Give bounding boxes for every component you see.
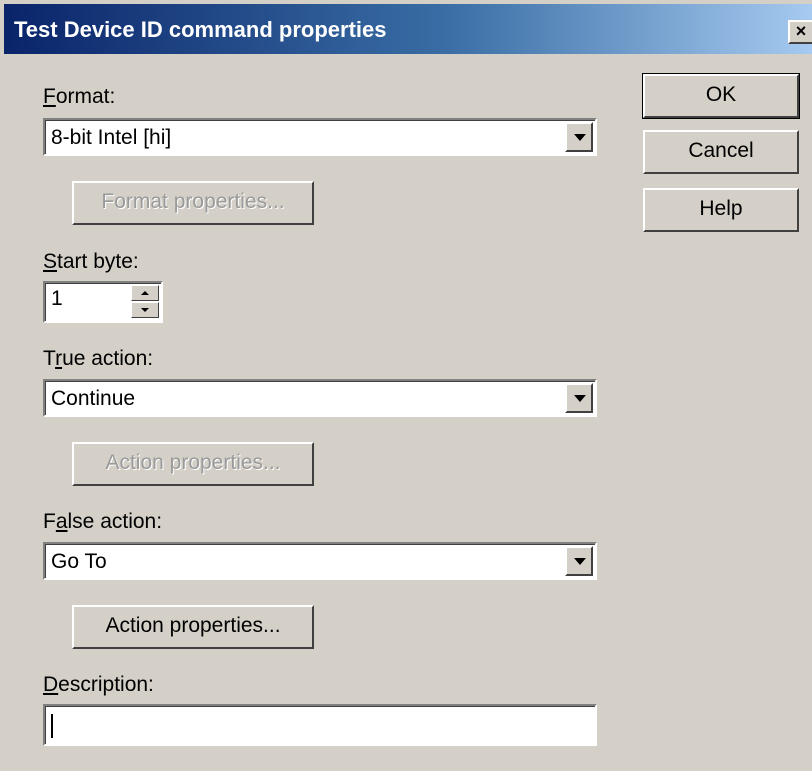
description-label: Description: bbox=[43, 673, 154, 696]
start-byte-spinner[interactable]: 1 bbox=[43, 281, 163, 323]
true-action-dropdown-arrow-icon[interactable] bbox=[565, 383, 593, 413]
format-dropdown-arrow-icon[interactable] bbox=[565, 122, 593, 152]
format-mnemonic: F bbox=[43, 85, 56, 108]
description-mnemonic: D bbox=[43, 673, 59, 696]
title-bar[interactable]: Test Device ID command properties × bbox=[4, 4, 812, 54]
spin-down-icon[interactable] bbox=[131, 302, 159, 318]
true-action-properties-button[interactable]: Action properties... bbox=[72, 442, 314, 486]
close-button[interactable]: × bbox=[788, 20, 812, 44]
ok-button[interactable]: OK bbox=[642, 73, 800, 119]
cancel-button[interactable]: Cancel bbox=[643, 130, 799, 174]
close-icon: × bbox=[795, 21, 807, 41]
true-action-dropdown[interactable]: Continue bbox=[43, 379, 597, 417]
false-action-dropdown-arrow-icon[interactable] bbox=[565, 546, 593, 576]
false-action-dropdown[interactable]: Go To bbox=[43, 542, 597, 580]
false-action-mnemonic: a bbox=[55, 510, 68, 533]
false-action-label: False action: bbox=[43, 510, 163, 533]
false-action-properties-button[interactable]: Action properties... bbox=[72, 605, 314, 649]
help-button[interactable]: Help bbox=[643, 188, 799, 232]
format-label: Format: bbox=[43, 85, 115, 109]
start-byte-mnemonic: S bbox=[43, 250, 58, 273]
text-caret bbox=[51, 714, 53, 738]
window-title: Test Device ID command properties bbox=[14, 17, 387, 42]
description-input[interactable] bbox=[43, 704, 597, 746]
spin-up-icon[interactable] bbox=[131, 285, 159, 301]
properties-dialog: Test Device ID command properties × Form… bbox=[0, 0, 812, 771]
true-action-label: True action: bbox=[43, 347, 154, 370]
true-action-value: Continue bbox=[51, 387, 136, 410]
start-byte-label: Start byte: bbox=[43, 250, 139, 274]
start-byte-label-rest: tart byte: bbox=[57, 250, 139, 273]
start-byte-value: 1 bbox=[51, 287, 63, 310]
format-properties-button[interactable]: Format properties... bbox=[72, 181, 314, 225]
format-dropdown[interactable]: 8-bit Intel [hi] bbox=[43, 118, 597, 156]
format-label-rest: ormat: bbox=[55, 85, 116, 108]
format-value: 8-bit Intel [hi] bbox=[51, 126, 172, 149]
true-action-mnemonic: r bbox=[55, 347, 63, 370]
false-action-value: Go To bbox=[51, 550, 107, 573]
